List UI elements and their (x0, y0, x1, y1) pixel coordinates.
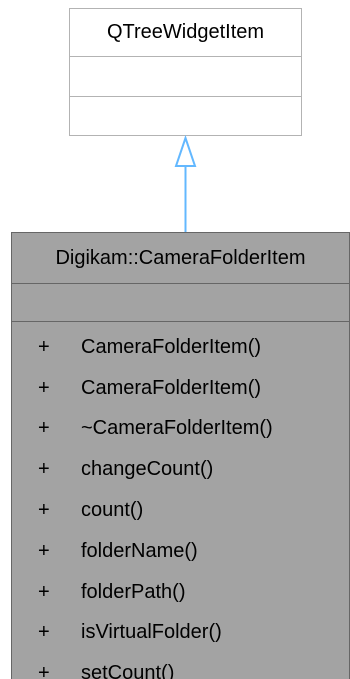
method-name: ~CameraFolderItem() (81, 417, 273, 440)
method-visibility: + (38, 580, 50, 603)
derived-class-methods-section: + CameraFolderItem() + CameraFolderItem(… (12, 322, 349, 679)
method-visibility: + (38, 417, 50, 440)
method-row[interactable]: + CameraFolderItem() (12, 327, 349, 368)
method-name: folderName() (81, 539, 198, 562)
method-name: CameraFolderItem() (81, 335, 262, 358)
method-row[interactable]: + folderPath() (12, 572, 349, 613)
derived-class-attributes-section (12, 284, 349, 322)
method-row[interactable]: + count() (12, 490, 349, 531)
method-name: CameraFolderItem() (81, 376, 262, 399)
method-name: setCount() (81, 662, 175, 679)
base-class-box[interactable]: QTreeWidgetItem (69, 8, 302, 136)
method-name: isVirtualFolder() (81, 621, 222, 644)
base-class-methods-section (70, 97, 301, 135)
method-row[interactable]: + CameraFolderItem() (12, 368, 349, 409)
method-row[interactable]: + changeCount() (12, 449, 349, 490)
method-visibility: + (38, 499, 50, 522)
method-name: folderPath() (81, 580, 186, 603)
method-row[interactable]: + folderName() (12, 531, 349, 572)
method-visibility: + (38, 621, 50, 644)
method-visibility: + (38, 662, 50, 679)
base-class-name: QTreeWidgetItem (70, 9, 301, 57)
inheritance-arrowhead-icon (174, 134, 197, 167)
method-row[interactable]: + isVirtualFolder() (12, 613, 349, 654)
method-visibility: + (38, 335, 50, 358)
method-name: count() (81, 499, 144, 522)
derived-class-box[interactable]: Digikam::CameraFolderItem + CameraFolder… (11, 232, 350, 679)
method-visibility: + (38, 539, 50, 562)
method-row[interactable]: + setCount() (12, 653, 349, 679)
method-name: changeCount() (81, 458, 214, 481)
derived-class-name: Digikam::CameraFolderItem (12, 233, 349, 284)
base-class-attributes-section (70, 57, 301, 97)
method-visibility: + (38, 376, 50, 399)
method-row[interactable]: + ~CameraFolderItem() (12, 409, 349, 450)
method-visibility: + (38, 458, 50, 481)
